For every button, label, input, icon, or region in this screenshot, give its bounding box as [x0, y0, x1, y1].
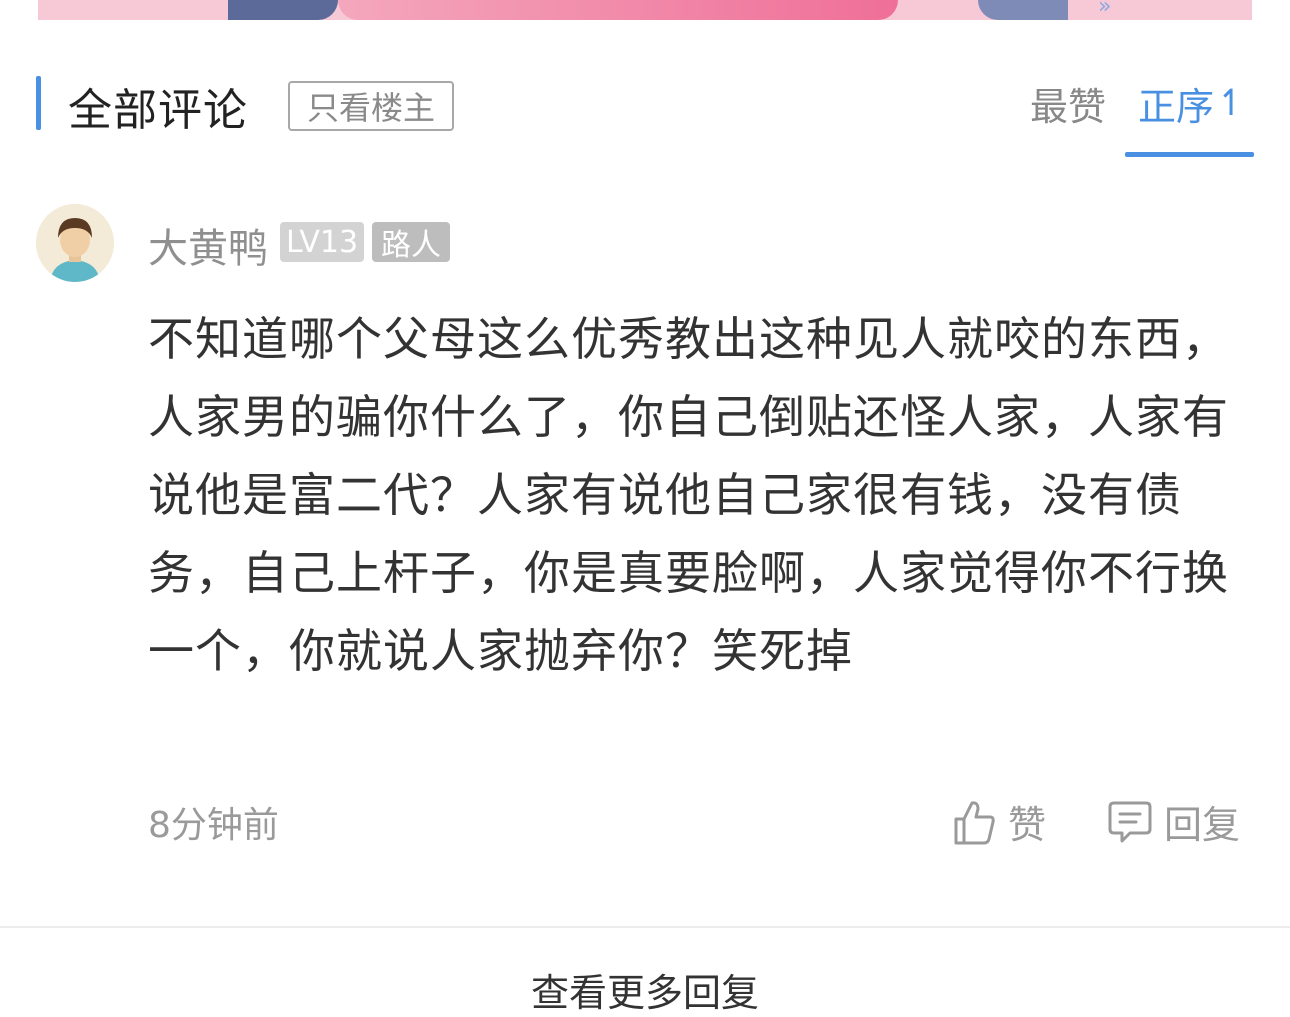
active-tab-indicator	[1125, 152, 1254, 157]
divider	[0, 926, 1290, 928]
banner-figure-left	[228, 0, 338, 20]
comments-title: 全部评论	[68, 85, 248, 136]
avatar-person-icon	[36, 204, 114, 282]
like-label: 赞	[1008, 803, 1047, 847]
view-more-replies-link[interactable]: 查看更多回复	[0, 962, 1290, 1017]
banner-chevron-icon: »	[1098, 0, 1112, 19]
sort-most-liked-tab[interactable]: 最赞	[1030, 76, 1106, 131]
sort-chronological-label: 正序	[1138, 85, 1215, 129]
comments-header: 全部评论 只看楼主 最赞 正序 ↿	[0, 60, 1290, 160]
reply-label: 回复	[1164, 803, 1241, 847]
comment-timestamp: 8分钟前	[148, 805, 279, 846]
user-level-badge: LV13	[280, 222, 364, 262]
like-button[interactable]: 赞	[952, 794, 1046, 849]
comment-text: 不知道哪个父母这么优秀教出这种见人就咬的东西，人家男的骗你什么了，你自己倒贴还怪…	[148, 312, 1229, 678]
only-op-button[interactable]: 只看楼主	[288, 81, 454, 131]
top-banner-image[interactable]: »	[38, 0, 1252, 20]
avatar[interactable]	[36, 204, 114, 282]
banner-figure-right	[978, 0, 1068, 20]
reply-button[interactable]: 回复	[1108, 794, 1240, 849]
sort-arrow-icon: ↿	[1216, 83, 1247, 124]
user-role-badge: 路人	[372, 222, 450, 263]
section-accent-bar	[36, 76, 41, 130]
thumbs-up-icon	[954, 800, 995, 844]
comment-username[interactable]: 大黄鸭	[148, 216, 268, 274]
sort-chronological-tab[interactable]: 正序 ↿	[1138, 76, 1246, 131]
speech-bubble-icon	[1108, 801, 1152, 842]
banner-figure-center	[338, 0, 898, 20]
